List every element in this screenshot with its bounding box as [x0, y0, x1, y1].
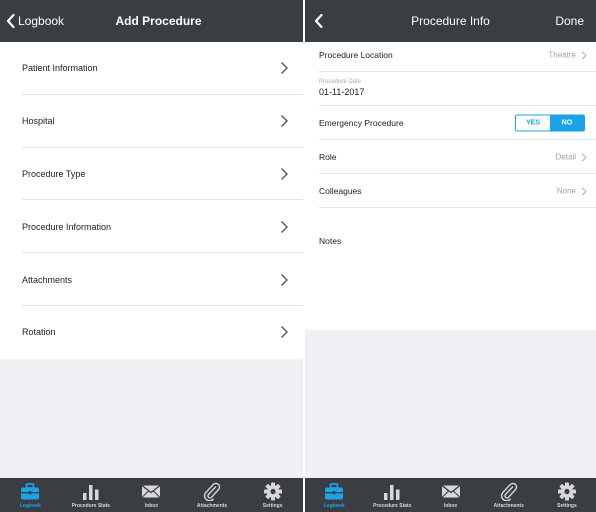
- procedure-location-value: Theatre: [548, 50, 576, 60]
- menu-item-label: Patient Information: [22, 63, 98, 74]
- empty-background: [0, 359, 303, 478]
- tab-label: Settings: [557, 503, 577, 509]
- menu-item-label: Attachments: [22, 274, 73, 285]
- chevron-right-icon: [281, 326, 288, 339]
- add-procedure-screen: Logbook Add Procedure Patient Informatio…: [0, 0, 303, 512]
- procedure-date-field[interactable]: Procedure Date 01-11-2017: [305, 72, 596, 106]
- menu-item-label: Hospital: [22, 116, 55, 127]
- menu-item-label: Procedure Information: [22, 221, 112, 232]
- briefcase-icon: [325, 483, 344, 500]
- paperclip-icon: [500, 482, 517, 501]
- procedure-location-label: Procedure Location: [319, 50, 393, 60]
- tab-settings[interactable]: Settings: [538, 478, 596, 512]
- logbook-back-button[interactable]: Logbook: [6, 0, 64, 42]
- tab-label: Attachments: [493, 503, 524, 509]
- colleagues-row[interactable]: Colleagues None: [305, 174, 596, 208]
- envelope-icon: [441, 484, 460, 498]
- tab-bar: Logbook Procedure Stats Inbox Attachment…: [305, 478, 596, 512]
- chevron-right-icon: [281, 220, 288, 233]
- left-navbar: Logbook Add Procedure: [0, 0, 303, 42]
- procedure-date-label: Procedure Date: [319, 79, 362, 85]
- emergency-procedure-label: Emergency Procedure: [319, 118, 404, 128]
- gear-icon: [263, 482, 282, 501]
- tab-label: Inbox: [443, 503, 458, 509]
- emergency-procedure-row: Emergency Procedure YES NO: [305, 106, 596, 140]
- colleagues-value: None: [556, 186, 576, 196]
- emergency-toggle: YES NO: [515, 114, 585, 132]
- role-value: Detail: [555, 152, 576, 162]
- menu-item-patient-information[interactable]: Patient Information: [0, 42, 303, 95]
- right-navbar: Procedure Info Done: [305, 0, 596, 42]
- procedure-location-row[interactable]: Procedure Location Theatre: [305, 38, 596, 72]
- page-title: Procedure Info: [411, 14, 490, 28]
- chevron-right-icon: [581, 50, 587, 60]
- done-button[interactable]: Done: [555, 0, 584, 42]
- menu-item-label: Procedure Type: [22, 168, 86, 179]
- chevron-right-icon: [281, 167, 288, 180]
- procedure-date-value: 01-11-2017: [319, 87, 365, 97]
- menu-item-procedure-type[interactable]: Procedure Type: [0, 148, 303, 201]
- chevron-right-icon: [281, 62, 288, 75]
- procedure-info-list: Procedure Location Theatre Procedure Dat…: [305, 38, 596, 208]
- colleagues-label: Colleagues: [319, 186, 362, 196]
- back-label: Logbook: [18, 14, 65, 28]
- chevron-right-icon: [581, 186, 587, 196]
- no-option[interactable]: NO: [550, 115, 584, 131]
- procedure-menu-list: Patient Information Hospital Procedure T…: [0, 42, 303, 359]
- tab-inbox[interactable]: Inbox: [421, 478, 479, 512]
- menu-item-procedure-information[interactable]: Procedure Information: [0, 200, 303, 253]
- tab-logbook[interactable]: Logbook: [0, 478, 61, 512]
- chevron-right-icon: [581, 152, 587, 162]
- bar-chart-icon: [384, 485, 400, 500]
- tab-attachments[interactable]: Attachments: [480, 478, 538, 512]
- tab-attachments[interactable]: Attachments: [182, 478, 243, 512]
- tab-label: Procedure Stats: [71, 503, 111, 509]
- menu-item-rotation[interactable]: Rotation: [0, 306, 303, 359]
- tab-label: Procedure Stats: [373, 503, 412, 509]
- procedure-info-screen: Procedure Info Done Procedure Location T…: [303, 0, 596, 512]
- menu-item-label: Rotation: [22, 327, 56, 338]
- paperclip-icon: [203, 482, 221, 501]
- tab-procedure-stats[interactable]: Procedure Stats: [61, 478, 122, 512]
- menu-item-attachments[interactable]: Attachments: [0, 253, 303, 306]
- gear-icon: [557, 482, 576, 501]
- yes-option[interactable]: YES: [516, 115, 550, 131]
- tab-bar: Logbook Procedure Stats Inbox Attachment…: [0, 478, 303, 512]
- tab-settings[interactable]: Settings: [242, 478, 303, 512]
- tab-label: Attachments: [196, 503, 228, 509]
- tab-label: Logbook: [323, 503, 345, 509]
- chevron-right-icon: [281, 115, 288, 128]
- role-label: Role: [319, 152, 337, 162]
- chevron-left-icon: [314, 14, 323, 28]
- chevron-right-icon: [281, 273, 288, 286]
- tab-logbook[interactable]: Logbook: [305, 478, 363, 512]
- tab-inbox[interactable]: Inbox: [121, 478, 182, 512]
- tab-label: Settings: [262, 503, 283, 509]
- tab-label: Logbook: [19, 503, 41, 509]
- back-button[interactable]: [314, 0, 323, 42]
- notes-label: Notes: [319, 236, 342, 246]
- empty-background: [305, 330, 596, 478]
- chevron-left-icon: [6, 14, 15, 28]
- bar-chart-icon: [82, 485, 99, 500]
- notes-field[interactable]: [305, 250, 596, 330]
- tab-label: Inbox: [144, 503, 159, 509]
- briefcase-icon: [21, 483, 40, 500]
- tab-procedure-stats[interactable]: Procedure Stats: [363, 478, 421, 512]
- envelope-icon: [142, 484, 161, 498]
- menu-item-hospital[interactable]: Hospital: [0, 95, 303, 148]
- role-row[interactable]: Role Detail: [305, 140, 596, 174]
